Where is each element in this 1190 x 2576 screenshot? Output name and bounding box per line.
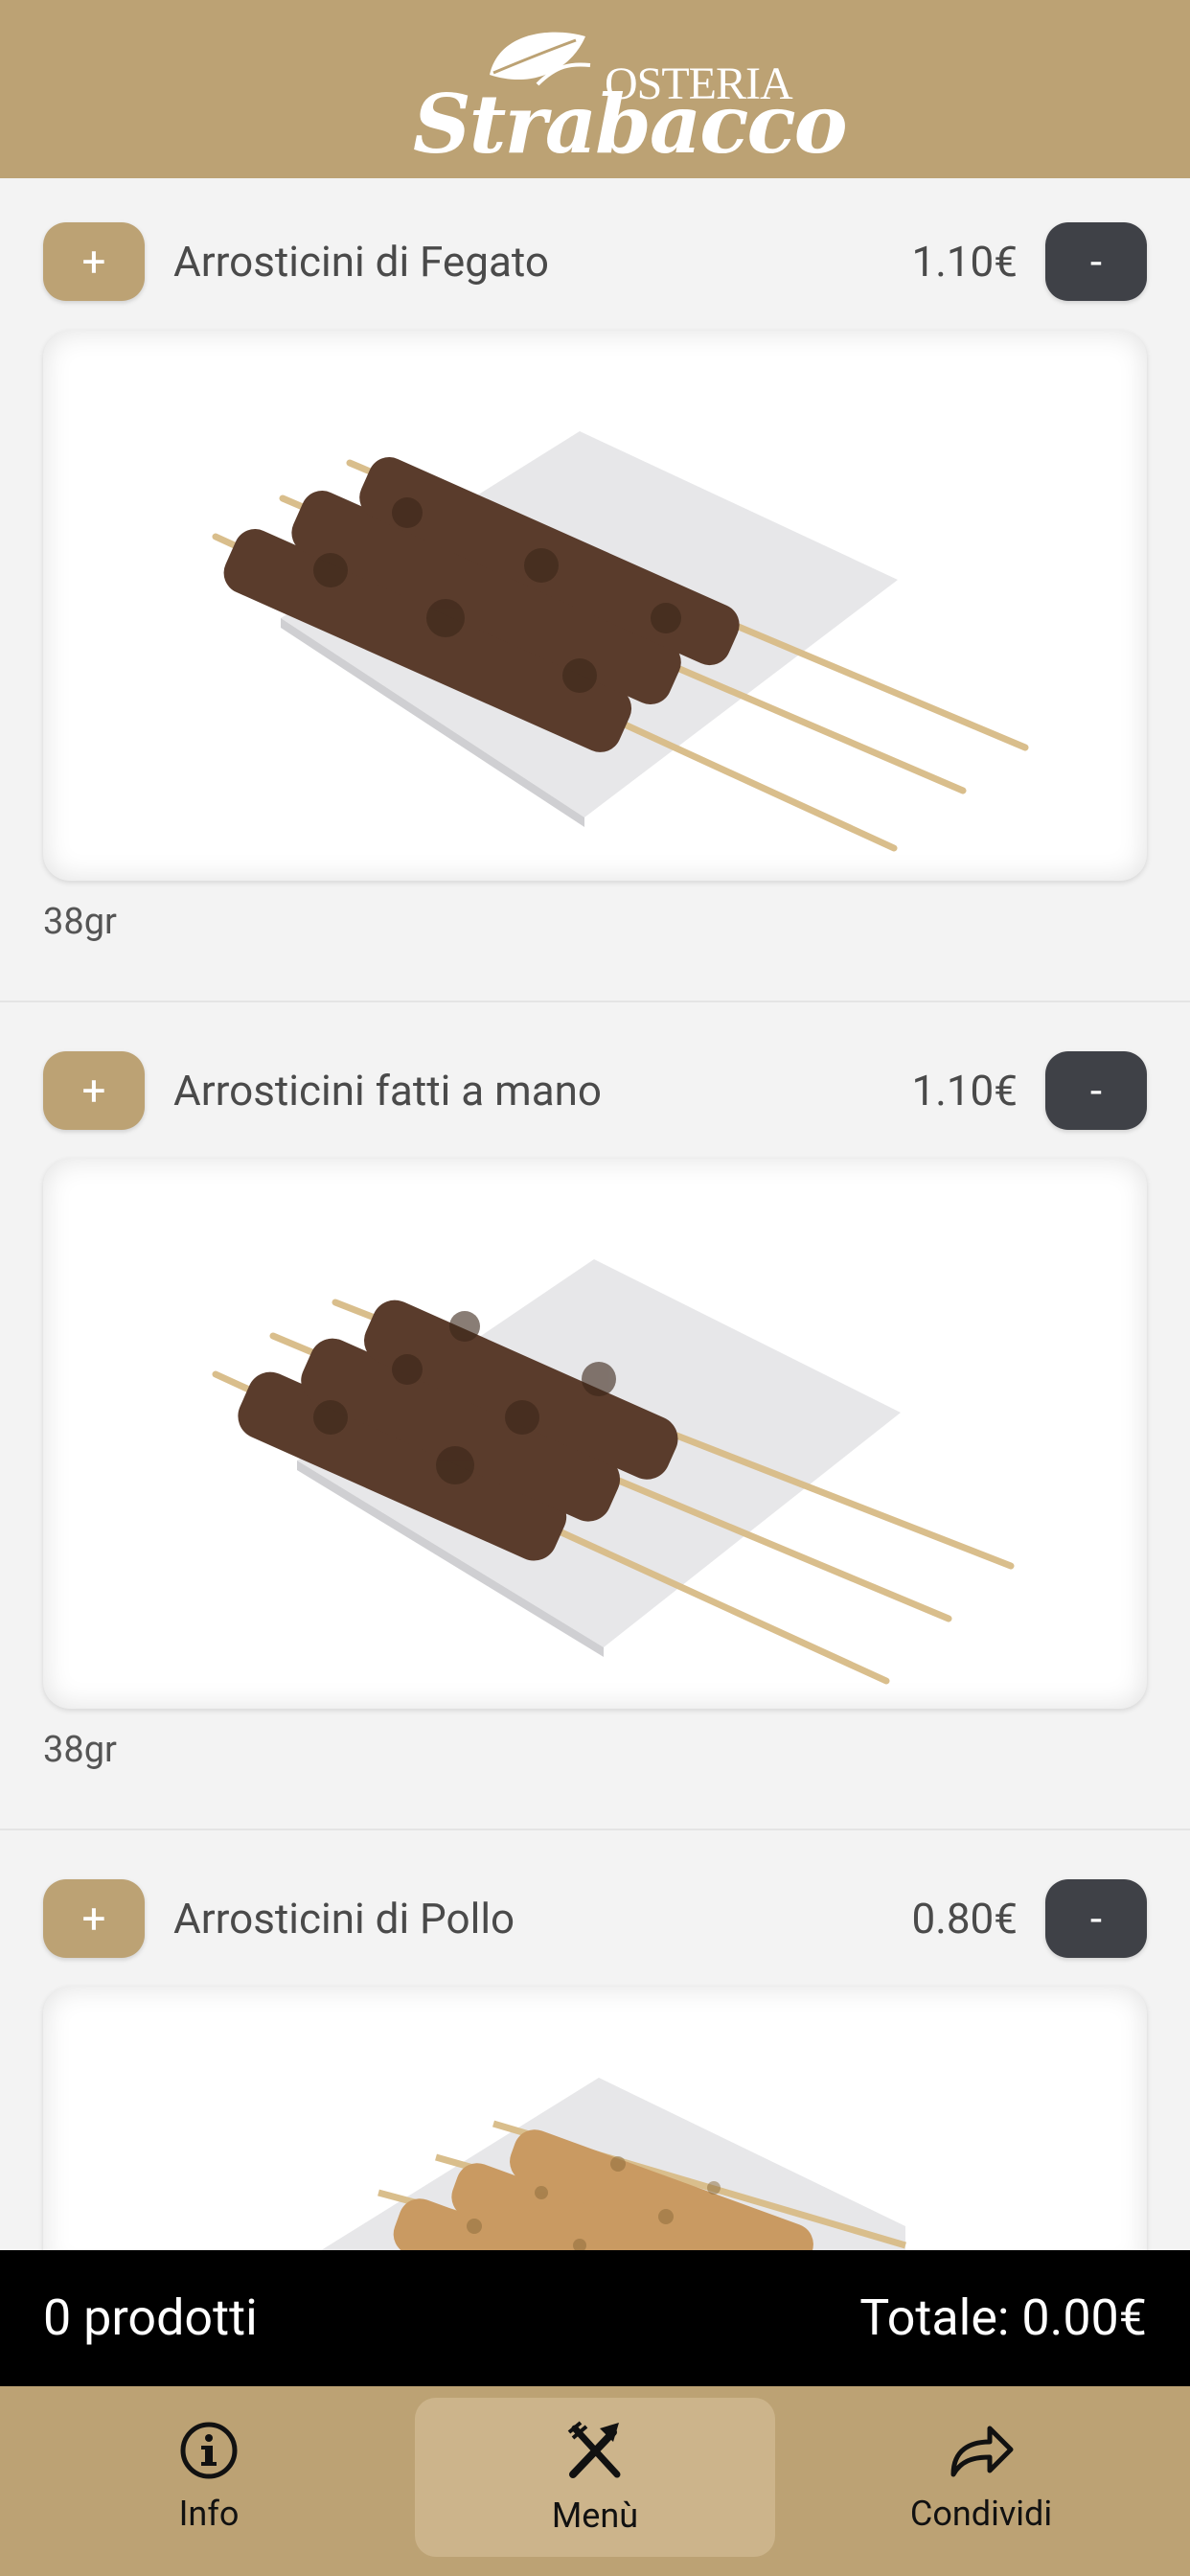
product-row: + Arrosticini di Fegato 1.10€ - <box>43 222 1147 301</box>
remove-button[interactable]: - <box>1045 1879 1147 1958</box>
app-header: OSTERIA Strabacco <box>0 0 1190 178</box>
product-price: 1.10€ <box>911 1066 1018 1116</box>
remove-button[interactable]: - <box>1045 1051 1147 1130</box>
product-weight: 38gr <box>43 901 117 943</box>
divider <box>0 1828 1190 1830</box>
product-photo[interactable] <box>43 331 1147 881</box>
info-icon <box>180 2422 238 2479</box>
product-name: Arrosticini di Pollo <box>173 1894 515 1944</box>
bottom-tab-bar: Info Menù Condividi <box>0 2386 1190 2576</box>
divider <box>0 1000 1190 1002</box>
product-weight: 38gr <box>43 1729 117 1771</box>
product-photo[interactable] <box>43 1987 1147 2274</box>
tab-menu[interactable]: Menù <box>415 2398 775 2557</box>
tab-label: Menù <box>551 2496 639 2536</box>
tab-label: Condividi <box>909 2494 1053 2534</box>
tab-label: Info <box>178 2494 240 2534</box>
cart-count: 0 prodotti <box>43 2288 258 2347</box>
share-icon <box>950 2426 1014 2477</box>
product-row: + Arrosticini fatti a mano 1.10€ - <box>43 1051 1147 1130</box>
product-price: 0.80€ <box>911 1894 1018 1944</box>
add-button[interactable]: + <box>43 222 145 301</box>
product-name: Arrosticini fatti a mano <box>173 1066 603 1116</box>
product-photo[interactable] <box>43 1159 1147 1709</box>
skewer-plate-image <box>212 1259 1015 1685</box>
chicken-skewer-image <box>283 2078 906 2274</box>
add-button[interactable]: + <box>43 1051 145 1130</box>
product-name: Arrosticini di Fegato <box>173 237 549 287</box>
logo-script-text: Strabacco <box>413 77 848 172</box>
skewer-plate-image <box>212 431 1029 852</box>
product-price: 1.10€ <box>911 237 1018 287</box>
tab-share[interactable]: Condividi <box>801 2398 1161 2557</box>
add-button[interactable]: + <box>43 1879 145 1958</box>
cutlery-icon <box>567 2421 621 2478</box>
cart-total: Totale: 0.00€ <box>859 2288 1147 2347</box>
product-row: + Arrosticini di Pollo 0.80€ - <box>43 1879 1147 1958</box>
cart-summary-bar[interactable]: 0 prodotti Totale: 0.00€ <box>0 2250 1190 2386</box>
restaurant-logo: OSTERIA Strabacco <box>413 17 848 172</box>
tab-info[interactable]: Info <box>29 2398 389 2557</box>
remove-button[interactable]: - <box>1045 222 1147 301</box>
